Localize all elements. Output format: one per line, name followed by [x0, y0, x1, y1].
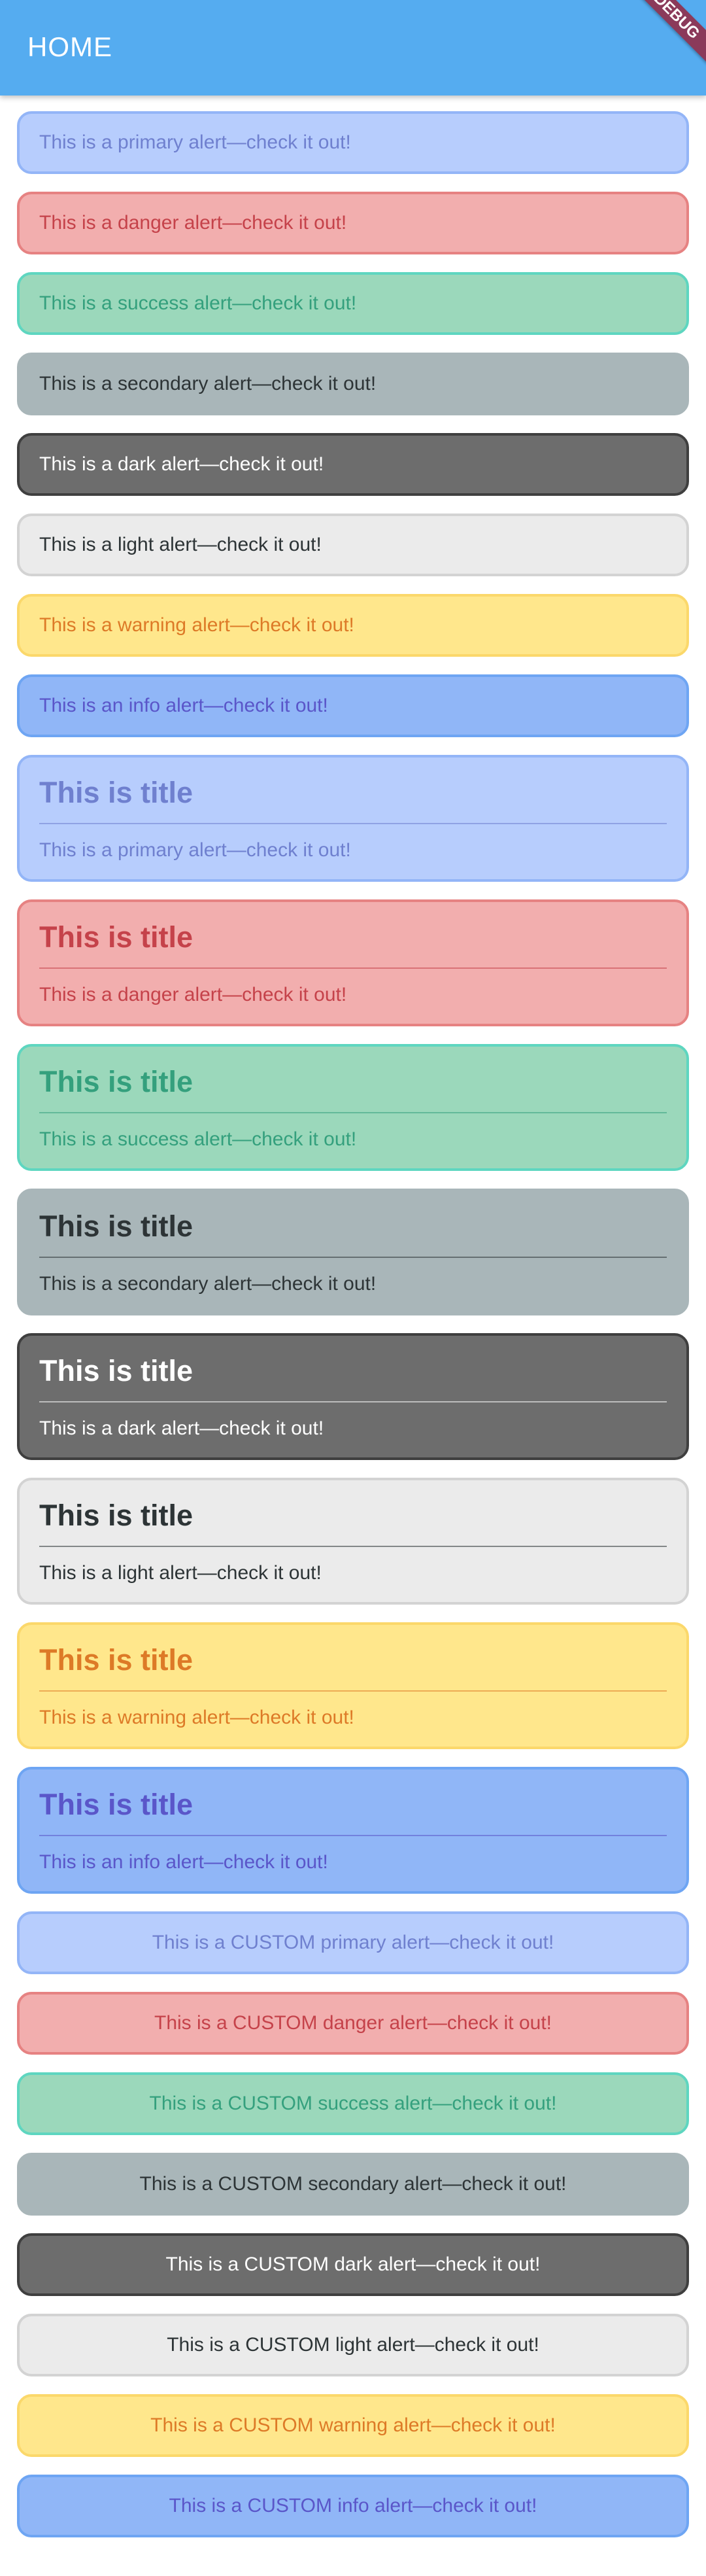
alert-message: This is a secondary alert—check it out!	[39, 1273, 377, 1295]
alert-message: This is a primary alert—check it out!	[39, 131, 351, 153]
alert-message: This is a CUSTOM secondary alert—check i…	[139, 2173, 567, 2195]
alert-message: This is a success alert—check it out!	[39, 292, 357, 314]
custom-alert-success: This is a CUSTOM success alert—check it …	[17, 2072, 689, 2135]
alert-message: This is a CUSTOM info alert—check it out…	[169, 2495, 537, 2516]
alert-message: This is a CUSTOM dark alert—check it out…	[165, 2254, 541, 2275]
custom-alert-warning: This is a CUSTOM warning alert—check it …	[17, 2394, 689, 2457]
alert-message: This is a CUSTOM success alert—check it …	[149, 2093, 557, 2114]
alert-light: This is a light alert—check it out!	[17, 513, 689, 576]
alert-divider	[39, 1257, 667, 1258]
alert-message: This is a primary alert—check it out!	[39, 839, 351, 861]
alert-title: This is title	[39, 920, 193, 954]
alert-success: This is a success alert—check it out!	[17, 272, 689, 335]
alert-message: This is a danger alert—check it out!	[39, 984, 347, 1005]
alert-secondary: This is a secondary alert—check it out!	[17, 353, 689, 415]
titled-alert-warning: This is title This is a warning alert—ch…	[17, 1622, 689, 1749]
alert-message: This is a dark alert—check it out!	[39, 1418, 324, 1439]
alert-warning: This is a warning alert—check it out!	[17, 594, 689, 657]
custom-alert-secondary: This is a CUSTOM secondary alert—check i…	[17, 2153, 689, 2216]
alert-message: This is an info alert—check it out!	[39, 1851, 328, 1873]
alert-message: This is an info alert—check it out!	[39, 695, 328, 716]
titled-alert-danger: This is title This is a danger alert—che…	[17, 899, 689, 1026]
titled-alert-dark: This is title This is a dark alert—check…	[17, 1333, 689, 1460]
alert-list: This is a primary alert—check it out! Th…	[17, 111, 689, 2555]
titled-alert-success: This is title This is a success alert—ch…	[17, 1044, 689, 1171]
alert-message: This is a dark alert—check it out!	[39, 453, 324, 475]
debug-banner: DEBUG	[629, 0, 706, 64]
alert-title: This is title	[39, 1643, 193, 1677]
alert-danger: This is a danger alert—check it out!	[17, 192, 689, 254]
alert-title: This is title	[39, 1788, 193, 1821]
titled-alert-light: This is title This is a light alert—chec…	[17, 1478, 689, 1605]
alert-message: This is a light alert—check it out!	[39, 534, 322, 555]
alert-message: This is a CUSTOM warning alert—check it …	[150, 2414, 556, 2436]
titled-alert-info: This is title This is an info alert—chec…	[17, 1767, 689, 1894]
alert-message: This is a warning alert—check it out!	[39, 1707, 354, 1728]
alert-divider	[39, 1690, 667, 1692]
page-title: HOME	[27, 31, 112, 62]
alert-message: This is a secondary alert—check it out!	[39, 373, 377, 394]
custom-alert-info: This is a CUSTOM info alert—check it out…	[17, 2475, 689, 2537]
alert-divider	[39, 1546, 667, 1547]
alert-dark: This is a dark alert—check it out!	[17, 433, 689, 496]
alert-message: This is a warning alert—check it out!	[39, 614, 354, 636]
alert-message: This is a CUSTOM danger alert—check it o…	[154, 2012, 552, 2034]
alert-title: This is title	[39, 1499, 193, 1532]
custom-alert-primary: This is a CUSTOM primary alert—check it …	[17, 1911, 689, 1974]
alert-title: This is title	[39, 1065, 193, 1098]
alert-divider	[39, 1112, 667, 1113]
alert-message: This is a CUSTOM primary alert—check it …	[152, 1932, 554, 1953]
alert-divider	[39, 967, 667, 969]
alert-divider	[39, 1835, 667, 1836]
alert-title: This is title	[39, 1354, 193, 1387]
titled-alert-primary: This is title This is a primary alert—ch…	[17, 755, 689, 882]
alert-primary: This is a primary alert—check it out!	[17, 111, 689, 174]
alert-divider	[39, 1401, 667, 1402]
titled-alert-secondary: This is title This is a secondary alert—…	[17, 1189, 689, 1315]
alert-title: This is title	[39, 1210, 193, 1243]
alert-message: This is a light alert—check it out!	[39, 1562, 322, 1584]
custom-alert-light: This is a CUSTOM light alert—check it ou…	[17, 2314, 689, 2376]
app-bar: HOME DEBUG	[0, 0, 706, 96]
alert-title: This is title	[39, 776, 193, 809]
alert-message: This is a CUSTOM light alert—check it ou…	[167, 2334, 539, 2356]
alert-divider	[39, 823, 667, 824]
alert-info: This is an info alert—check it out!	[17, 674, 689, 737]
alert-message: This is a danger alert—check it out!	[39, 212, 347, 234]
custom-alert-dark: This is a CUSTOM dark alert—check it out…	[17, 2233, 689, 2296]
alert-message: This is a success alert—check it out!	[39, 1128, 357, 1150]
custom-alert-danger: This is a CUSTOM danger alert—check it o…	[17, 1992, 689, 2055]
